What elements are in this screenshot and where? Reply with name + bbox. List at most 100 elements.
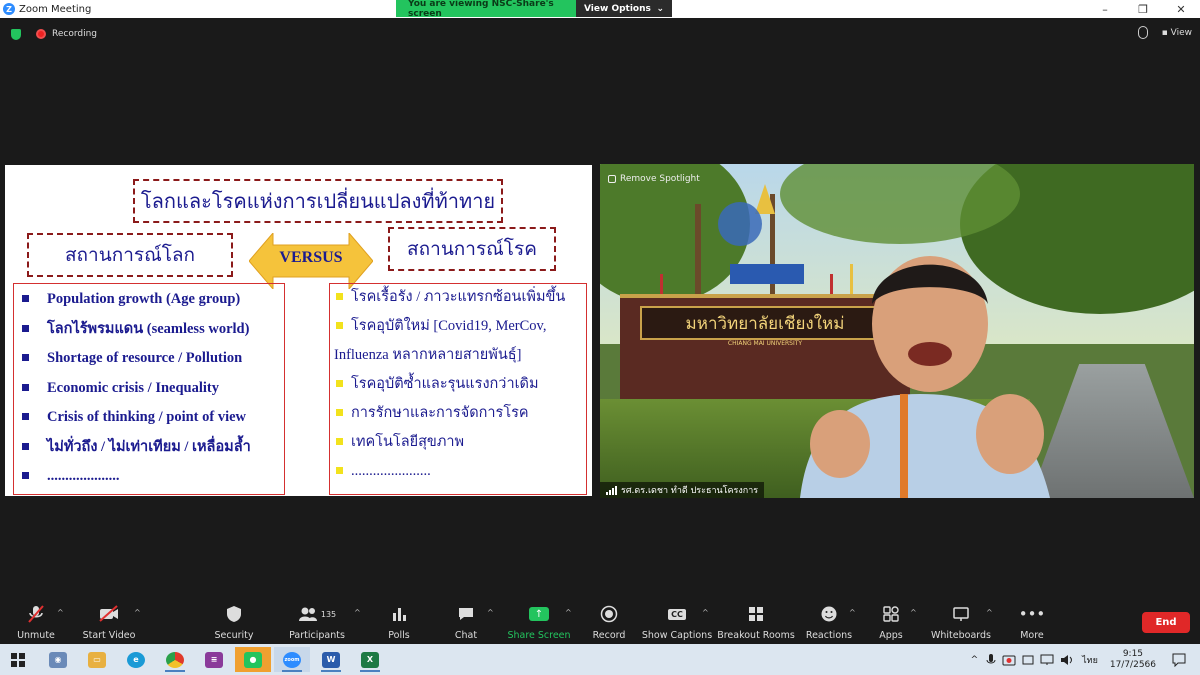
taskbar-zoom-app[interactable]: zoom bbox=[274, 647, 310, 672]
taskbar-edge-browser[interactable]: e bbox=[118, 647, 154, 672]
list-item: โรคอุบัติซ้ำและรุนแรงกว่าเดิม bbox=[334, 375, 586, 404]
chat-options-caret[interactable]: ^ bbox=[487, 608, 494, 617]
taskbar-camera-app[interactable]: ◉ bbox=[40, 647, 76, 672]
breakout-rooms-button[interactable]: Breakout Rooms bbox=[717, 602, 795, 644]
start-video-button[interactable]: Start Video bbox=[82, 602, 136, 644]
apps-options-caret[interactable]: ^ bbox=[910, 608, 917, 617]
whiteboards-options-caret[interactable]: ^ bbox=[986, 608, 993, 617]
taskbar-file-explorer[interactable]: ▭ bbox=[79, 647, 115, 672]
taskbar-line-app[interactable]: ● bbox=[235, 647, 271, 672]
list-item: โลกไร้พรมแดน (seamless world) bbox=[22, 320, 284, 350]
list-item: โรคอุบัติใหม่ [Covid19, MerCov, bbox=[334, 317, 586, 346]
chat-bubble-icon bbox=[457, 602, 475, 626]
taskbar-winrar-app[interactable]: ≡ bbox=[196, 647, 232, 672]
video-camera-off-icon bbox=[98, 602, 120, 626]
share-screen-button[interactable]: ↑ Share Screen bbox=[507, 602, 571, 644]
video-options-caret[interactable]: ^ bbox=[134, 608, 141, 617]
taskbar-word-app[interactable]: W bbox=[313, 647, 349, 672]
slide-title: โลกและโรคแห่งการเปลี่ยนแปลงที่ท้าทาย bbox=[133, 179, 503, 223]
breakout-rooms-grid-icon bbox=[748, 602, 764, 626]
encryption-shield-icon[interactable] bbox=[11, 28, 21, 40]
minimize-button[interactable]: – bbox=[1086, 0, 1124, 18]
reactions-button[interactable]: Reactions bbox=[806, 602, 852, 644]
unmute-button[interactable]: Unmute bbox=[15, 602, 57, 644]
network-tray-icon[interactable] bbox=[1040, 654, 1054, 666]
captions-options-caret[interactable]: ^ bbox=[702, 608, 709, 617]
shield-icon bbox=[226, 602, 242, 626]
apps-icon bbox=[883, 602, 899, 626]
list-item: Economic crisis / Inequality bbox=[22, 379, 284, 409]
remove-spotlight-button[interactable]: Remove Spotlight bbox=[608, 174, 700, 184]
record-icon bbox=[600, 602, 618, 626]
start-button[interactable] bbox=[0, 647, 36, 672]
meeting-info-bar: Recording ▪ View bbox=[0, 22, 1200, 46]
audio-options-caret[interactable]: ^ bbox=[57, 608, 64, 617]
participants-icon: 135 bbox=[298, 602, 336, 626]
start-video-label: Start Video bbox=[82, 630, 136, 641]
zoom-logo-icon: Z bbox=[3, 3, 15, 15]
apps-button[interactable]: Apps bbox=[876, 602, 906, 644]
security-label: Security bbox=[214, 630, 254, 641]
disease-situation-list: โรคเรื้อรัง / ภาวะแทรกซ้อนเพิ่มขึ้น โรคอ… bbox=[329, 283, 587, 495]
participants-button[interactable]: 135 Participants bbox=[289, 602, 345, 644]
window-title: Zoom Meeting bbox=[19, 3, 92, 15]
apps-label: Apps bbox=[879, 630, 903, 641]
view-label: View bbox=[1170, 27, 1192, 38]
taskbar-chrome-browser[interactable] bbox=[157, 647, 193, 672]
polls-button[interactable]: Polls bbox=[384, 602, 414, 644]
closed-captions-icon: CC bbox=[668, 602, 686, 626]
list-item-continuation: Influenza หลากหลายสายพันธุ์] bbox=[334, 347, 522, 363]
close-button[interactable]: ✕ bbox=[1162, 0, 1200, 18]
unmute-label: Unmute bbox=[17, 630, 55, 641]
participant-name-tag: รศ.ดร.เดชา ทำดี ประธานโครงการ bbox=[600, 482, 765, 498]
camera-tray-icon[interactable] bbox=[1002, 654, 1016, 666]
speaker-video[interactable]: มหาวิทยาลัยเชียงใหม่ CHIANG MAI UNIVERSI… bbox=[600, 164, 1194, 498]
zoom-icon: zoom bbox=[283, 651, 301, 668]
input-language-indicator[interactable]: ไทย bbox=[1082, 653, 1098, 667]
participants-label: Participants bbox=[289, 630, 345, 641]
disease-situation-heading: สถานการณ์โรค bbox=[388, 227, 556, 271]
chat-button[interactable]: Chat bbox=[452, 602, 480, 644]
viewing-share-message: You are viewing NSC-Share's screen bbox=[396, 0, 576, 19]
end-meeting-button[interactable]: End bbox=[1142, 612, 1190, 633]
microphone-tray-icon[interactable] bbox=[986, 653, 996, 667]
immersive-view-icon[interactable] bbox=[1137, 26, 1148, 39]
share-options-caret[interactable]: ^ bbox=[565, 608, 572, 617]
view-button[interactable]: ▪ View bbox=[1162, 28, 1192, 38]
versus-label: VERSUS bbox=[279, 249, 343, 266]
view-grid-icon: ▪ bbox=[1161, 27, 1168, 38]
whiteboards-button[interactable]: Whiteboards bbox=[931, 602, 992, 644]
more-label: More bbox=[1020, 630, 1044, 641]
polls-bar-chart-icon bbox=[391, 602, 407, 626]
windows-taskbar: ◉ ▭ e ≡ ● zoom W X ^ ไทย 9:15 17/7/2566 bbox=[0, 644, 1200, 675]
world-situation-heading: สถานการณ์โลก bbox=[27, 233, 233, 277]
security-button[interactable]: Security bbox=[212, 602, 256, 644]
more-dots-icon: ••• bbox=[1018, 605, 1046, 623]
show-hidden-icons-button[interactable]: ^ bbox=[971, 655, 979, 665]
chat-label: Chat bbox=[454, 630, 478, 641]
list-item: Population growth (Age group) bbox=[22, 290, 284, 320]
clock-date: 17/7/2566 bbox=[1109, 659, 1156, 670]
meeting-toolbar: Unmute ^ Start Video ^ Security 135 Part… bbox=[0, 602, 1200, 644]
camera-icon: ◉ bbox=[49, 651, 67, 668]
whiteboards-label: Whiteboards bbox=[931, 630, 992, 641]
reactions-options-caret[interactable]: ^ bbox=[849, 608, 856, 617]
folder-icon: ▭ bbox=[88, 651, 106, 668]
show-captions-button[interactable]: CC Show Captions bbox=[642, 602, 712, 644]
record-button[interactable]: Record bbox=[592, 602, 626, 644]
maximize-button[interactable]: ❐ bbox=[1124, 0, 1162, 18]
taskbar-excel-app[interactable]: X bbox=[352, 647, 388, 672]
onedrive-tray-icon[interactable] bbox=[1022, 654, 1034, 666]
speaker-volume-icon[interactable] bbox=[1060, 654, 1074, 666]
windows-logo-icon bbox=[11, 652, 25, 667]
taskbar-clock[interactable]: 9:15 17/7/2566 bbox=[1110, 649, 1156, 671]
notification-center-icon[interactable] bbox=[1172, 653, 1186, 667]
view-options-button[interactable]: View Options ⌄ bbox=[576, 0, 672, 17]
participants-options-caret[interactable]: ^ bbox=[354, 608, 361, 617]
whiteboard-icon bbox=[952, 602, 970, 626]
more-button[interactable]: ••• More bbox=[1017, 602, 1047, 644]
line-chat-icon: ● bbox=[244, 651, 262, 668]
list-item: .................... bbox=[22, 467, 284, 497]
info-bar-right: ▪ View bbox=[1137, 26, 1192, 39]
list-item: โรคเรื้อรัง / ภาวะแทรกซ้อนเพิ่มขึ้น bbox=[334, 288, 586, 317]
